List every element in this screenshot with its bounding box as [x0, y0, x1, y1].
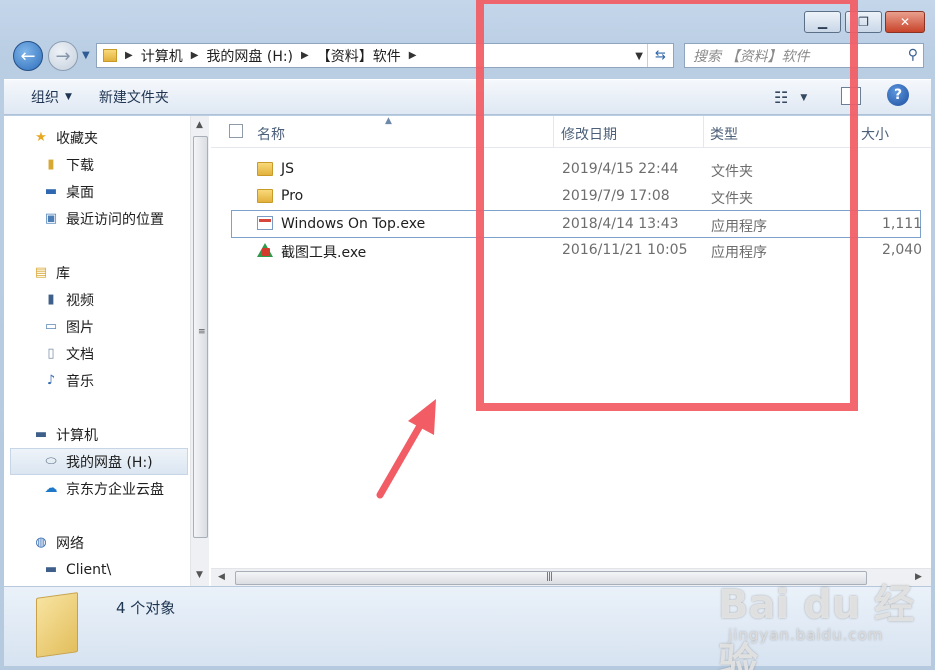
- search-icon[interactable]: ⚲: [908, 47, 918, 63]
- sidebar-item-documents[interactable]: ▯ 文档: [42, 340, 94, 367]
- watermark: Bai du 经验 jingyan.baidu.com: [718, 572, 928, 670]
- sidebar-item-cloud-drive[interactable]: ☁ 京东方企业云盘: [42, 475, 165, 502]
- recent-places-icon: ▣: [44, 211, 58, 226]
- sidebar-computer[interactable]: ▬ 计算机: [32, 421, 98, 448]
- computer-icon: ▬: [34, 427, 48, 442]
- scroll-thumb[interactable]: ≡: [193, 136, 208, 538]
- sidebar-label: 计算机: [56, 427, 98, 444]
- sidebar-libraries[interactable]: ▤ 库: [32, 259, 70, 286]
- sidebar-item-desktop[interactable]: ▬ 桌面: [42, 178, 94, 205]
- back-button[interactable]: ←: [13, 41, 43, 71]
- caret-down-icon: ▼: [65, 92, 72, 102]
- folder-icon: [103, 49, 117, 62]
- sidebar-label: Client\: [66, 561, 112, 578]
- cloud-icon: ☁: [44, 481, 58, 496]
- help-icon: ?: [893, 87, 903, 103]
- file-size: 1,111: [882, 216, 923, 232]
- sidebar-label: 音乐: [66, 373, 94, 390]
- sidebar-label: 我的网盘 (H:): [66, 454, 153, 471]
- explorer-window: ▁ ❐ ✕ ← → ▼ ▶ 计算机 ▶ 我的网盘 (H:) ▶ 【资料】软件 ▶…: [0, 0, 935, 670]
- chevron-right-icon[interactable]: ▶: [125, 50, 133, 61]
- sidebar-label: 库: [56, 265, 70, 282]
- pictures-icon: ▭: [44, 319, 58, 334]
- watermark-url: jingyan.baidu.com: [728, 626, 884, 644]
- scroll-left-icon[interactable]: ◀: [218, 572, 225, 582]
- watermark-brand: Bai du 经验: [718, 582, 915, 670]
- network-computer-icon: ▬: [44, 562, 58, 577]
- file-size: 2,040: [882, 242, 923, 258]
- sidebar-favorites[interactable]: ★ 收藏夹: [32, 124, 98, 151]
- column-size[interactable]: 大小: [861, 124, 889, 144]
- chevron-right-icon[interactable]: ▶: [301, 50, 309, 61]
- column-name[interactable]: 名称: [257, 124, 285, 144]
- sidebar-item-downloads[interactable]: ▮ 下载: [42, 151, 94, 178]
- breadcrumb-folder[interactable]: 【资料】软件: [317, 46, 401, 66]
- screenshot-tool-icon: [257, 243, 273, 257]
- sidebar-label: 下载: [66, 157, 94, 174]
- library-icon: ▤: [34, 265, 48, 280]
- breadcrumb-computer[interactable]: 计算机: [141, 46, 183, 66]
- new-folder-label: 新建文件夹: [98, 90, 169, 106]
- sidebar-item-recent[interactable]: ▣ 最近访问的位置: [42, 205, 164, 232]
- folder-icon: [36, 592, 78, 658]
- close-button[interactable]: ✕: [885, 11, 925, 33]
- file-name: 截图工具.exe: [281, 245, 367, 261]
- sort-ascending-icon: ▲: [385, 116, 392, 126]
- sidebar-item-pictures[interactable]: ▭ 图片: [42, 313, 94, 340]
- sidebar-label: 网络: [56, 535, 84, 552]
- sidebar-label: 最近访问的位置: [66, 211, 164, 228]
- music-icon: ♪: [46, 373, 56, 388]
- scroll-down-icon[interactable]: ▼: [196, 570, 203, 580]
- annotation-highlight-box: [476, 0, 858, 411]
- downloads-folder-icon: ▮: [47, 157, 55, 172]
- sidebar-item-network-drive[interactable]: ⬭ 我的网盘 (H:): [10, 448, 188, 475]
- folder-icon: [257, 162, 273, 176]
- annotation-arrow: [376, 399, 436, 499]
- network-globe-icon: ◍: [35, 535, 47, 550]
- sidebar-label: 图片: [66, 319, 94, 336]
- arrow-left-icon: ←: [20, 45, 36, 67]
- folder-icon: [257, 189, 273, 203]
- sidebar-item-client[interactable]: ▬ Client\: [42, 556, 111, 583]
- new-folder-button[interactable]: 新建文件夹: [99, 87, 169, 107]
- sidebar-label: 京东方企业云盘: [66, 481, 164, 498]
- item-count: 4 个对象: [116, 599, 176, 617]
- sidebar-label: 文档: [66, 346, 94, 363]
- organize-button[interactable]: 组织 ▼: [31, 87, 72, 107]
- organize-label: 组织: [31, 90, 59, 106]
- file-name: Windows On Top.exe: [281, 216, 426, 232]
- desktop-icon: ▬: [44, 184, 58, 199]
- documents-icon: ▯: [47, 346, 55, 361]
- star-icon: ★: [35, 130, 47, 145]
- arrow-right-icon: →: [55, 45, 71, 67]
- sidebar-label: 收藏夹: [56, 130, 98, 147]
- forward-button[interactable]: →: [48, 41, 78, 71]
- breadcrumb-drive[interactable]: 我的网盘 (H:): [206, 46, 293, 66]
- chevron-right-icon[interactable]: ▶: [409, 50, 417, 61]
- grip-icon: ≡: [198, 327, 206, 337]
- sidebar-label: 视频: [66, 292, 94, 309]
- video-icon: ▮: [47, 292, 55, 307]
- file-name: JS: [281, 161, 295, 177]
- sidebar-label: 桌面: [66, 184, 94, 201]
- scroll-up-icon[interactable]: ▲: [196, 120, 203, 130]
- sidebar-network[interactable]: ◍ 网络: [32, 529, 84, 556]
- file-name: Pro: [281, 188, 304, 204]
- network-drive-icon: ⬭: [45, 454, 57, 469]
- sidebar-item-videos[interactable]: ▮ 视频: [42, 286, 94, 313]
- help-button[interactable]: ?: [887, 84, 909, 106]
- recent-pages-dropdown[interactable]: ▼: [82, 50, 90, 61]
- sidebar-item-music[interactable]: ♪ 音乐: [42, 367, 94, 394]
- navigation-pane: ★ 收藏夹 ▮ 下载 ▬ 桌面 ▣ 最近访问的位置 ▤ 库 ▮ 视频 ▭ 图片 ▯ 文档 ♪ 音乐…: [4, 116, 190, 586]
- chevron-right-icon[interactable]: ▶: [191, 50, 199, 61]
- sidebar-scrollbar[interactable]: ▲ ≡ ▼: [190, 116, 209, 586]
- app-window-icon: [257, 216, 273, 230]
- grip-icon: |||: [546, 572, 553, 582]
- select-all-checkbox[interactable]: [229, 124, 243, 138]
